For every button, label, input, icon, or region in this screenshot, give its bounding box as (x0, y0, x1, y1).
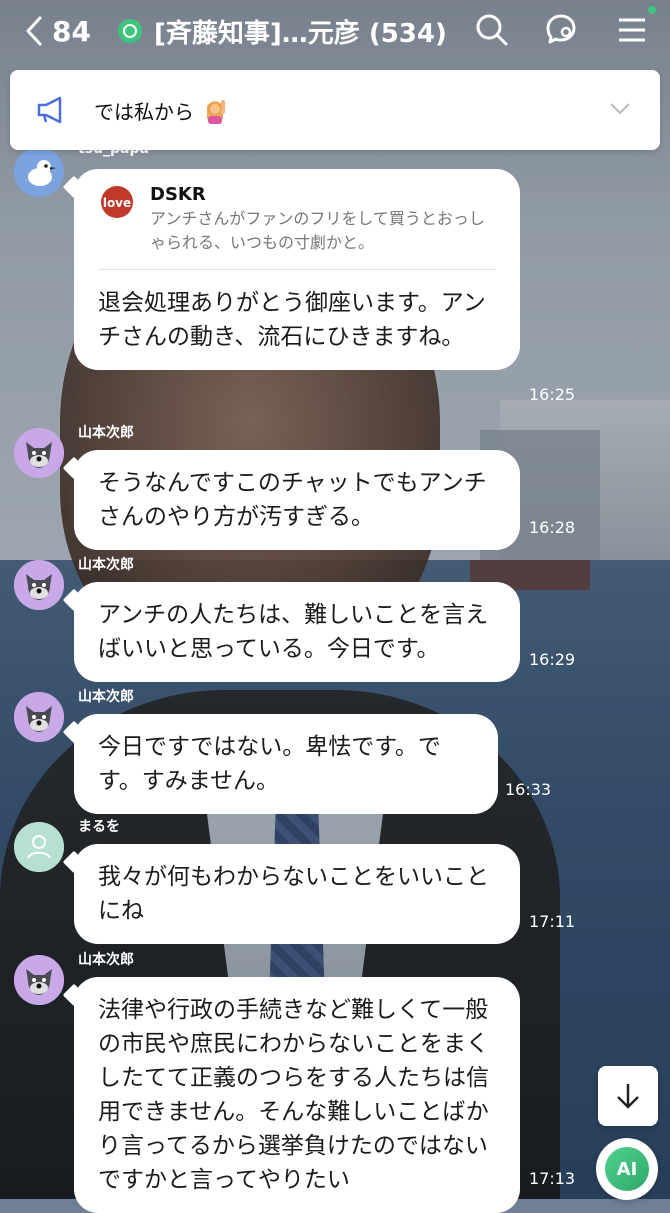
reply-sender: DSKR (150, 184, 206, 205)
chat-bubbles-icon[interactable] (542, 10, 582, 50)
arrow-down-icon (617, 1084, 639, 1109)
menu-icon[interactable] (612, 10, 652, 50)
message-time: 16:29 (529, 650, 576, 669)
ai-assistant-button[interactable]: AI (596, 1138, 658, 1200)
dog-avatar-icon (14, 955, 64, 1005)
message-text: 今日ですではない。卑怯です。です。すみません。 (98, 734, 441, 794)
scroll-to-bottom-button[interactable] (598, 1066, 658, 1126)
svg-text:love: love (103, 196, 131, 210)
ai-label: AI (605, 1147, 649, 1191)
avatar[interactable] (14, 560, 64, 610)
sender-name: まるを (78, 819, 120, 835)
message-text: 退会処理ありがとう御座います。アンチさんの動き、流石にひきますね。 (98, 290, 486, 350)
chevron-down-icon[interactable] (608, 98, 632, 118)
message-time: 17:11 (529, 912, 576, 931)
message-bubble[interactable]: love DSKR アンチさんがファンのフリをして買うとおっしゃられる、いつもの… (74, 169, 520, 370)
chat-title-area[interactable]: [斉藤知事]…元彦 (534) (118, 13, 447, 50)
message-bubble[interactable]: 我々が何もわからないことをいいことにね (74, 844, 520, 944)
message-text: 法律や行政の手続きなど難しくて一般の市民や庶民にわからないことをまくしたてて正義… (98, 997, 489, 1193)
message-time: 16:33 (505, 780, 552, 799)
message-bubble[interactable]: 法律や行政の手続きなど難しくて一般の市民や庶民にわからないことをまくしたてて正義… (74, 977, 520, 1213)
search-icon[interactable] (472, 10, 512, 50)
message-time: 16:25 (529, 385, 576, 404)
bird-avatar-icon (14, 147, 64, 197)
notification-dot (648, 6, 656, 14)
back-button[interactable]: 84 (24, 15, 104, 48)
chat-title: [斉藤知事]…元彦 (534) (154, 18, 447, 49)
chat-header: 84 [斉藤知事]…元彦 (534) (0, 0, 670, 62)
sender-name: 山本次郎 (78, 425, 134, 441)
unread-count: 84 (52, 14, 91, 48)
reply-thumbnail: love (101, 186, 133, 218)
dog-avatar-icon (14, 692, 64, 742)
avatar[interactable] (14, 147, 64, 197)
dog-avatar-icon (14, 560, 64, 610)
message-bubble[interactable]: アンチの人たちは、難しいことを言えばいいと思っている。今日です。 (74, 582, 520, 682)
openchat-badge-icon (118, 19, 142, 43)
avatar[interactable] (14, 428, 64, 478)
message-bubble[interactable]: 今日ですではない。卑怯です。です。すみません。 (74, 714, 498, 814)
raising-hand-emoji-icon (207, 99, 226, 124)
sender-name: 山本次郎 (78, 689, 134, 705)
sender-name: 山本次郎 (78, 952, 134, 968)
reply-quote[interactable]: love DSKR アンチさんがファンのフリをして買うとおっしゃられる、いつもの… (98, 183, 496, 270)
announcement-text: では私から (94, 99, 194, 124)
reply-text: アンチさんがファンのフリをして買うとおっしゃられる、いつもの寸劇かと。 (150, 209, 485, 252)
avatar[interactable] (14, 955, 64, 1005)
dog-avatar-icon (14, 428, 64, 478)
default-person-avatar-icon (14, 822, 64, 872)
announcement-bar[interactable]: では私から (10, 70, 660, 150)
message-text: そうなんですこのチャットでもアンチさんのやり方が汚すぎる。 (98, 470, 487, 530)
sender-name: 山本次郎 (78, 557, 134, 573)
avatar[interactable] (14, 822, 64, 872)
message-time: 16:28 (529, 518, 576, 537)
megaphone-icon (37, 96, 62, 124)
message-text: 我々が何もわからないことをいいことにね (98, 864, 489, 924)
message-text: アンチの人たちは、難しいことを言えばいいと思っている。今日です。 (98, 602, 489, 662)
avatar[interactable] (14, 692, 64, 742)
message-bubble[interactable]: そうなんですこのチャットでもアンチさんのやり方が汚すぎる。 (74, 450, 520, 550)
message-time: 17:13 (529, 1169, 576, 1188)
back-chevron-icon (26, 16, 42, 46)
